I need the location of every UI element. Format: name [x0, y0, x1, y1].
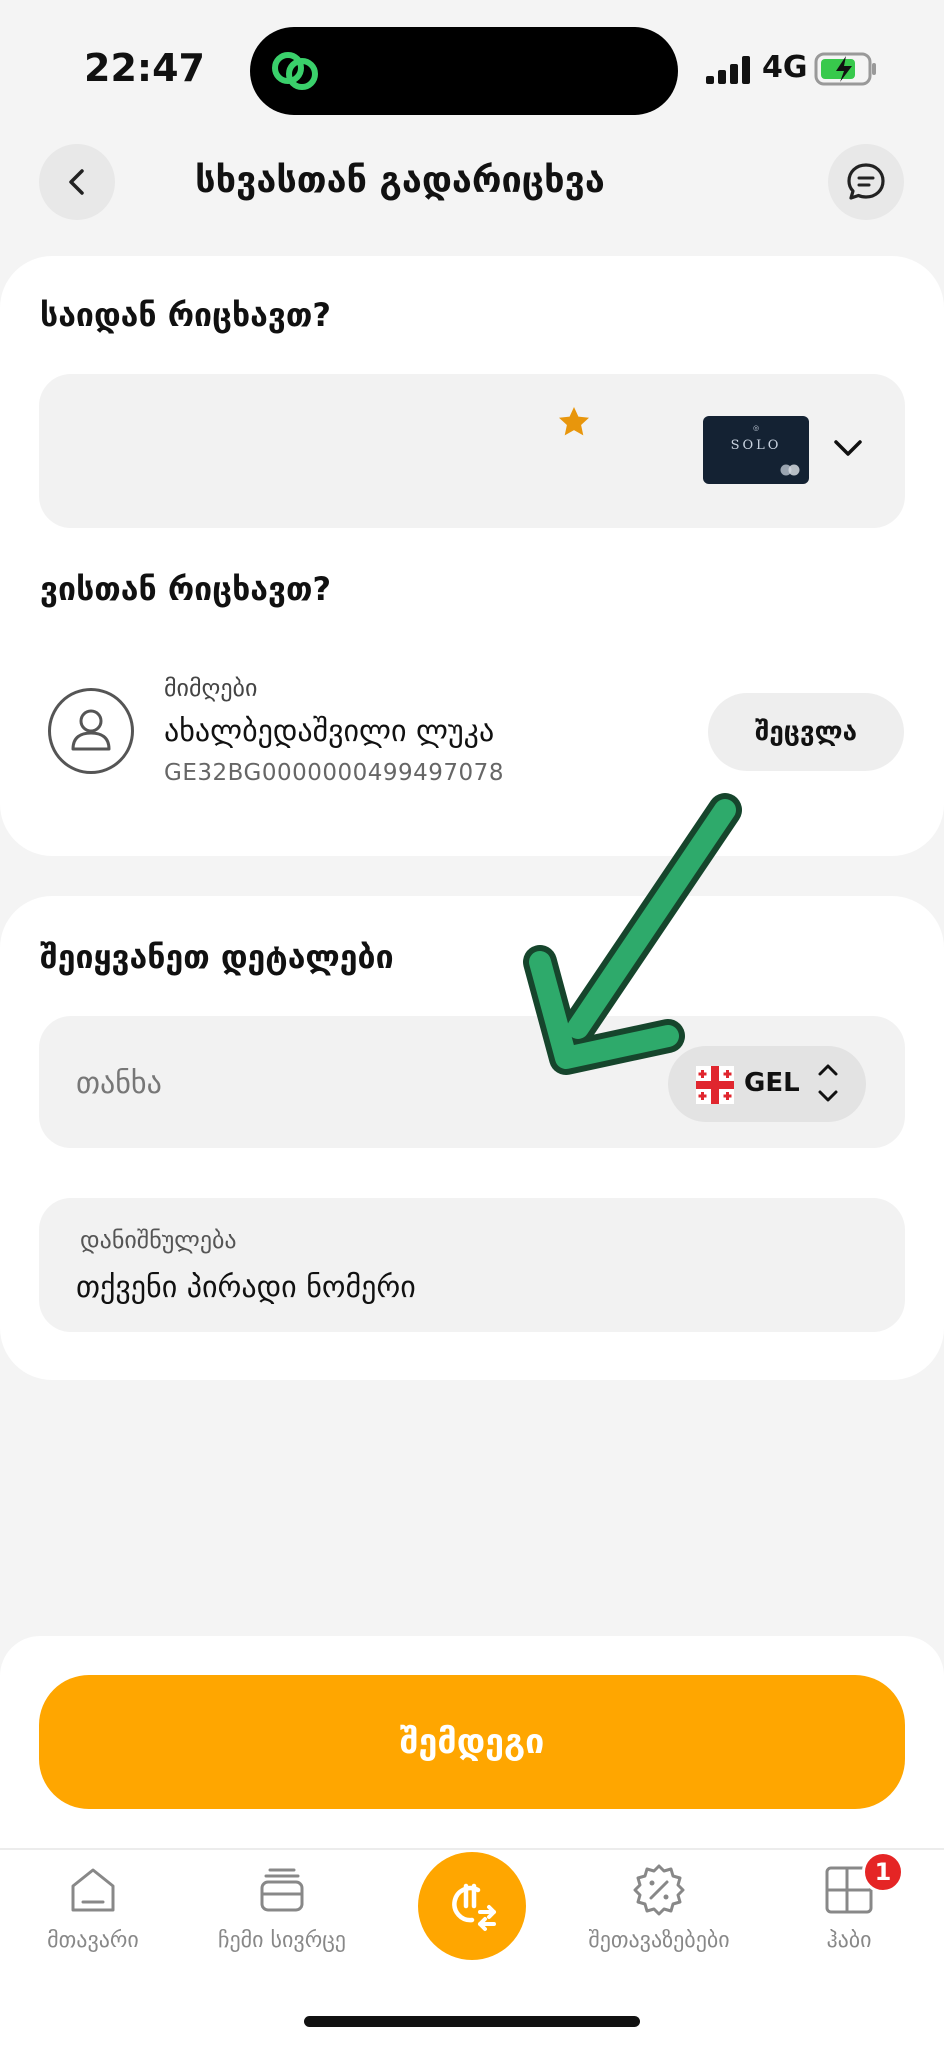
chat-button[interactable] — [828, 144, 904, 220]
to-section-label: ვისთან რიცხავთ? — [40, 570, 332, 608]
wallet-icon — [260, 1868, 304, 1912]
purpose-input[interactable] — [39, 1198, 905, 1332]
recipient-name: ახალბედაშვილი ლუკა — [164, 714, 495, 749]
mastercard-icon — [780, 464, 800, 476]
purpose-value: თქვენი პირადი ნომერი — [76, 1270, 416, 1305]
nav-item-offers[interactable]: შეთავაზებები — [564, 1862, 754, 1953]
card-logo-mark: ◎ — [752, 424, 760, 432]
chevron-up-down-icon — [818, 1064, 838, 1102]
nav-label-hub: ჰაბი — [826, 1928, 872, 1953]
annotation-arrow-icon — [523, 793, 742, 1075]
amount-placeholder: თანხა — [76, 1066, 162, 1101]
transfer-button[interactable] — [418, 1852, 526, 1960]
app-activity-icon — [272, 52, 318, 90]
nav-label-offers: შეთავაზებები — [588, 1928, 730, 1953]
nav-item-hub[interactable]: ჰაბი — [754, 1862, 944, 1953]
details-section-label: შეიყვანეთ დეტალები — [40, 938, 394, 976]
battery-charging-icon — [814, 52, 876, 86]
user-icon — [71, 709, 111, 751]
change-recipient-button[interactable]: შეცვლა — [708, 693, 904, 771]
star-icon — [559, 407, 589, 436]
chevron-down-icon[interactable] — [832, 436, 864, 460]
recipient-iban: GE32BG0000000499497078 — [164, 760, 504, 786]
chat-bubble-icon — [847, 163, 885, 200]
status-time: 22:47 — [84, 46, 205, 90]
discount-icon — [633, 1864, 685, 1916]
page-title: სხვასთან გადარიცხვა — [195, 160, 605, 201]
avatar — [48, 688, 134, 774]
recipient-label: მიმღები — [164, 674, 258, 702]
back-button[interactable] — [39, 144, 115, 220]
transfer-icon — [452, 1883, 496, 1931]
purpose-label: დანიშნულება — [80, 1226, 237, 1254]
cellular-signal-icon — [706, 56, 750, 84]
nav-label-my-space: ჩემი სივრცე — [218, 1928, 346, 1953]
bank-card-thumbnail: ◎ SOLO — [703, 416, 809, 484]
nav-item-my-space[interactable]: ჩემი სივრცე — [187, 1862, 377, 1953]
from-section-label: საიდან რიცხავთ? — [40, 296, 331, 334]
card-brand: SOLO — [730, 438, 782, 453]
home-icon — [71, 1868, 115, 1912]
chevron-left-icon — [69, 169, 84, 195]
nav-item-home[interactable]: მთავარი — [0, 1862, 188, 1953]
next-button[interactable]: შემდეგი — [39, 1675, 905, 1809]
home-indicator[interactable] — [304, 2016, 640, 2027]
nav-label-home: მთავარი — [47, 1928, 139, 1953]
notification-badge: 1 — [862, 1851, 904, 1893]
network-type: 4G — [762, 50, 808, 85]
